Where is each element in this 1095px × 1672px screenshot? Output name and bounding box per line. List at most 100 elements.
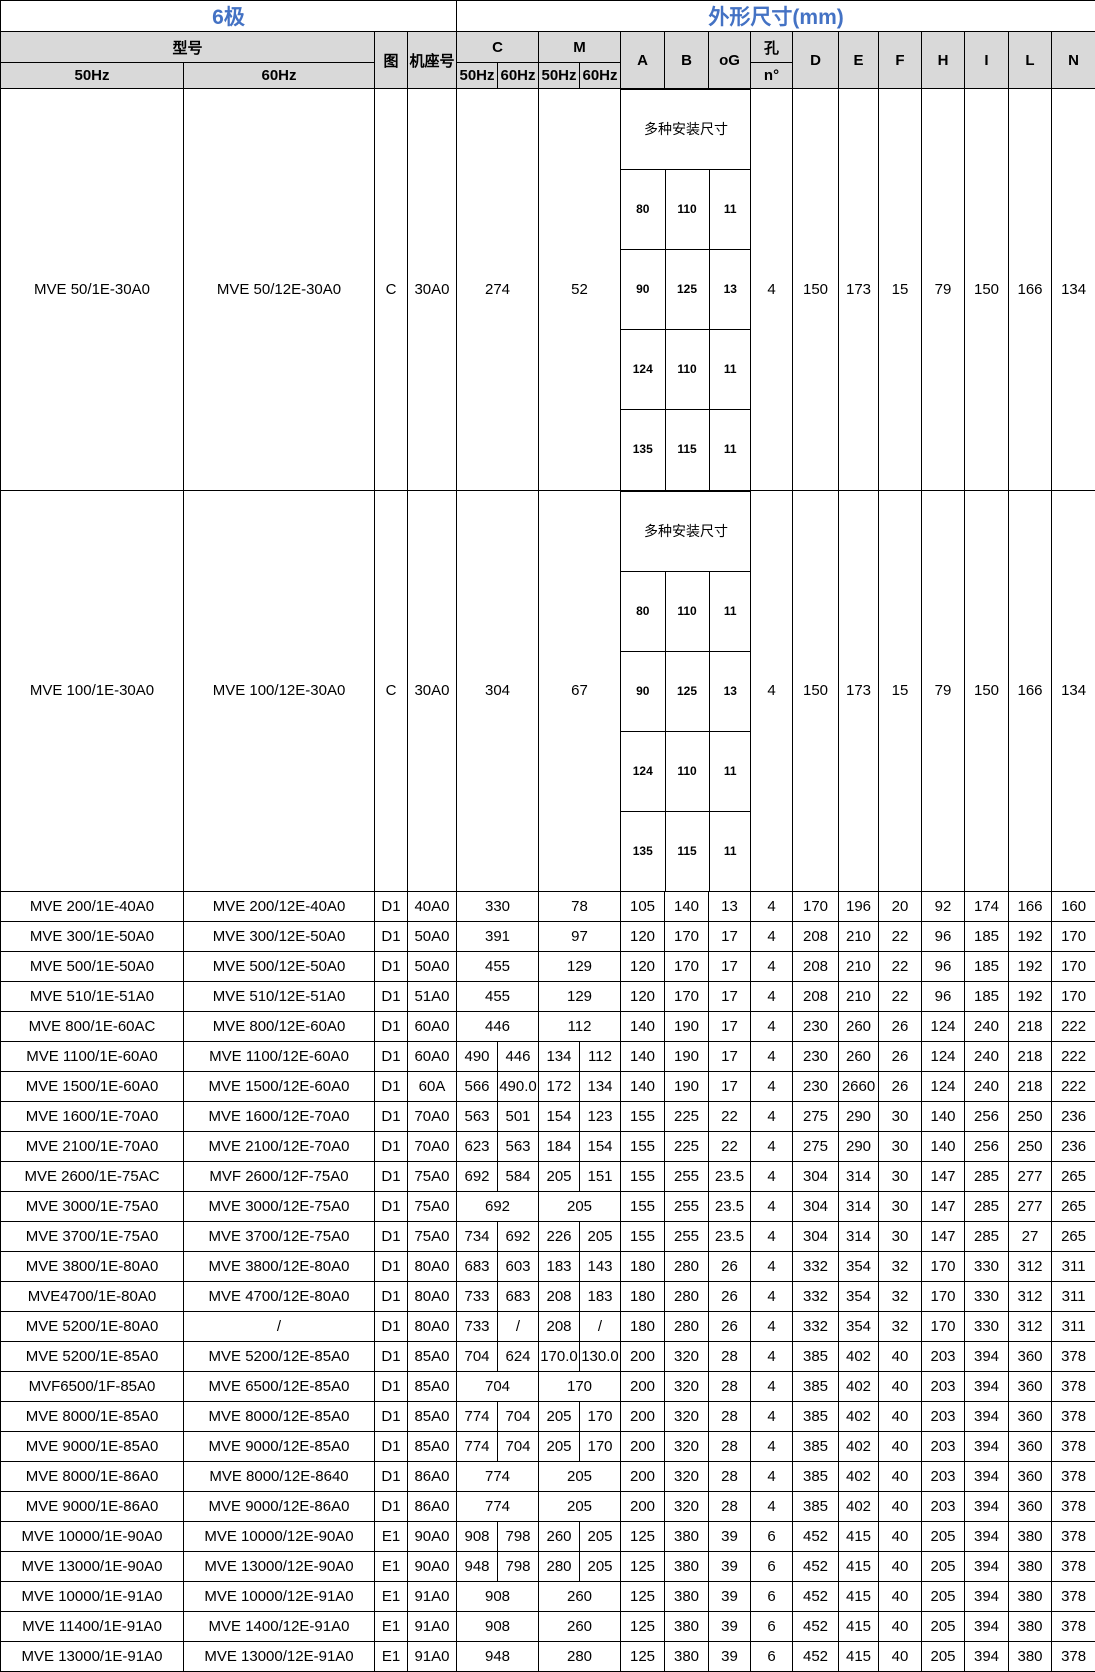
cell-c-50hz: 734 xyxy=(457,1222,498,1252)
cell-i: 185 xyxy=(965,952,1009,982)
table-row: MVE 800/1E-60ACMVE 800/12E-60A0D160A0446… xyxy=(1,1012,1095,1042)
cell-e: 354 xyxy=(839,1312,879,1342)
cell-model-50hz: MVE 3700/1E-75A0 xyxy=(1,1222,184,1252)
table-row: MVF6500/1F-85A0MVE 6500/12E-85A0D185A070… xyxy=(1,1372,1095,1402)
cell-m: 205 xyxy=(539,1462,621,1492)
cell-c-50hz: 563 xyxy=(457,1102,498,1132)
cell-f: 40 xyxy=(879,1642,922,1672)
cell-i: 330 xyxy=(965,1312,1009,1342)
cell-e: 210 xyxy=(839,952,879,982)
cell-model-50hz: MVE 3000/1E-75A0 xyxy=(1,1192,184,1222)
cell-m-50hz: 134 xyxy=(539,1042,580,1072)
mount-cell: 110 xyxy=(665,330,709,410)
table-row: MVE4700/1E-80A0MVE 4700/12E-80A0D180A073… xyxy=(1,1282,1095,1312)
cell-c-60hz: 501 xyxy=(498,1102,539,1132)
cell-f: 40 xyxy=(879,1612,922,1642)
cell-holes: 4 xyxy=(751,490,793,892)
cell-c-60hz: 704 xyxy=(498,1402,539,1432)
cell-m-50hz: 170.0 xyxy=(539,1342,580,1372)
cell-holes: 4 xyxy=(751,952,793,982)
cell-i: 285 xyxy=(965,1162,1009,1192)
cell-c: 446 xyxy=(457,1012,539,1042)
cell-holes: 4 xyxy=(751,1252,793,1282)
cell-i: 256 xyxy=(965,1102,1009,1132)
cell-d: 452 xyxy=(793,1642,839,1672)
cell-i: 256 xyxy=(965,1132,1009,1162)
cell-figure: E1 xyxy=(375,1552,408,1582)
cell-n: 265 xyxy=(1052,1192,1095,1222)
cell-i: 394 xyxy=(965,1552,1009,1582)
cell-frame: 86A0 xyxy=(408,1492,457,1522)
cell-n: 311 xyxy=(1052,1252,1095,1282)
header-h: H xyxy=(922,32,965,89)
cell-d: 230 xyxy=(793,1072,839,1102)
cell-a: 155 xyxy=(621,1162,665,1192)
cell-n: 378 xyxy=(1052,1582,1095,1612)
cell-i: 150 xyxy=(965,490,1009,892)
cell-model-60hz: MVE 100/12E-30A0 xyxy=(184,490,375,892)
cell-d: 452 xyxy=(793,1552,839,1582)
cell-m-60hz: 205 xyxy=(580,1552,621,1582)
cell-og: 17 xyxy=(709,1012,751,1042)
cell-model-60hz: MVE 10000/12E-90A0 xyxy=(184,1522,375,1552)
cell-f: 15 xyxy=(879,89,922,491)
cell-m-50hz: 154 xyxy=(539,1102,580,1132)
cell-c-60hz: 692 xyxy=(498,1222,539,1252)
cell-l: 218 xyxy=(1009,1042,1052,1072)
cell-figure: E1 xyxy=(375,1642,408,1672)
cell-holes: 6 xyxy=(751,1582,793,1612)
cell-frame: 75A0 xyxy=(408,1162,457,1192)
cell-m-60hz: 170 xyxy=(580,1432,621,1462)
cell-holes: 4 xyxy=(751,1372,793,1402)
cell-n: 378 xyxy=(1052,1552,1095,1582)
cell-frame: 51A0 xyxy=(408,982,457,1012)
cell-f: 30 xyxy=(879,1192,922,1222)
cell-frame: 85A0 xyxy=(408,1342,457,1372)
cell-h: 92 xyxy=(922,892,965,922)
table-body: MVE 50/1E-30A0MVE 50/12E-30A0C30A027452多… xyxy=(1,89,1095,1672)
cell-d: 208 xyxy=(793,922,839,952)
cell-model-50hz: MVE 1600/1E-70A0 xyxy=(1,1102,184,1132)
mount-cell: 115 xyxy=(665,811,709,891)
cell-d: 275 xyxy=(793,1132,839,1162)
title-row: 6极 外形尺寸(mm) xyxy=(1,1,1095,32)
cell-a: 180 xyxy=(621,1282,665,1312)
cell-a: 120 xyxy=(621,982,665,1012)
cell-model-60hz: MVE 9000/12E-85A0 xyxy=(184,1432,375,1462)
cell-a: 200 xyxy=(621,1342,665,1372)
cell-n: 222 xyxy=(1052,1012,1095,1042)
cell-a: 125 xyxy=(621,1552,665,1582)
cell-og: 28 xyxy=(709,1432,751,1462)
cell-b: 380 xyxy=(665,1612,709,1642)
cell-l: 277 xyxy=(1009,1162,1052,1192)
cell-c-60hz: / xyxy=(498,1312,539,1342)
cell-l: 380 xyxy=(1009,1582,1052,1612)
cell-figure: D1 xyxy=(375,1132,408,1162)
cell-b: 255 xyxy=(665,1192,709,1222)
table-row: MVE 300/1E-50A0MVE 300/12E-50A0D150A0391… xyxy=(1,922,1095,952)
cell-h: 147 xyxy=(922,1162,965,1192)
mount-cell: 11 xyxy=(709,571,751,651)
cell-holes: 4 xyxy=(751,1492,793,1522)
cell-a: 125 xyxy=(621,1522,665,1552)
cell-n: 311 xyxy=(1052,1312,1095,1342)
mount-cell: 110 xyxy=(665,170,709,250)
mount-cell: 11 xyxy=(709,170,751,250)
cell-n: 378 xyxy=(1052,1372,1095,1402)
cell-og: 39 xyxy=(709,1642,751,1672)
mount-cell: 125 xyxy=(665,651,709,731)
cell-model-50hz: MVE 50/1E-30A0 xyxy=(1,89,184,491)
header-i: I xyxy=(965,32,1009,89)
cell-m: 260 xyxy=(539,1612,621,1642)
cell-model-50hz: MVE 5200/1E-85A0 xyxy=(1,1342,184,1372)
cell-a: 140 xyxy=(621,1012,665,1042)
cell-figure: D1 xyxy=(375,1432,408,1462)
cell-og: 28 xyxy=(709,1342,751,1372)
cell-b: 280 xyxy=(665,1252,709,1282)
cell-n: 170 xyxy=(1052,952,1095,982)
cell-l: 218 xyxy=(1009,1012,1052,1042)
cell-holes: 4 xyxy=(751,892,793,922)
cell-mount-dimensions: 多种安装尺寸801101190125131241101113511511 xyxy=(621,89,751,491)
cell-f: 40 xyxy=(879,1432,922,1462)
table-row: MVE 2100/1E-70A0MVE 2100/12E-70A0D170A06… xyxy=(1,1132,1095,1162)
